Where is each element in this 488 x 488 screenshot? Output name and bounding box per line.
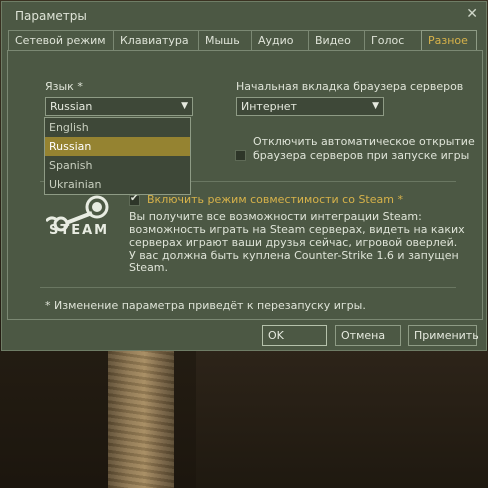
server-browser-label: Начальная вкладка браузера серверов [236,80,464,93]
auto-open-label-line1: Отключить автоматическое открытие [253,135,475,148]
server-browser-tab-select[interactable]: Интернет ▼ [236,97,384,116]
chevron-down-icon: ▼ [372,101,379,111]
tab-network[interactable]: Сетевой режим [8,30,114,50]
language-select[interactable]: Russian ▼ [45,97,193,116]
language-option-spanish[interactable]: Spanish [45,156,190,175]
language-select-value: Russian [50,100,93,113]
tab-audio[interactable]: Аудио [251,30,309,50]
tab-keyboard[interactable]: Клавиатура [113,30,199,50]
steam-desc-line4: У вас должна быть куплена Counter-Strike… [129,249,459,262]
language-option-english[interactable]: English [45,118,190,137]
cancel-button[interactable]: Отмена [335,325,401,346]
language-option-ukrainian[interactable]: Ukrainian [45,175,190,194]
ok-button[interactable]: OK [262,325,327,346]
language-label: Язык * [45,80,83,93]
server-browser-tab-value: Интернет [241,100,297,113]
tab-mouse[interactable]: Мышь [198,30,252,50]
language-option-russian[interactable]: Russian [45,137,190,156]
language-dropdown-list: English Russian Spanish Ukrainian [44,117,191,195]
tab-bar: Сетевой режим Клавиатура Мышь Аудио Виде… [8,30,477,51]
tab-video[interactable]: Видео [308,30,365,50]
game-background-pillar [108,345,174,488]
auto-open-checkbox[interactable] [235,150,246,161]
steam-compat-checkbox[interactable] [129,193,140,206]
separator [40,287,456,288]
apply-button[interactable]: Применить [408,325,479,346]
game-background-wall [196,350,488,488]
steam-desc-line2: возможность играть на Steam серверах, ви… [129,223,465,236]
tab-voice[interactable]: Голос [364,30,422,50]
auto-open-label-line2: браузера серверов при запуске игры [253,149,470,162]
chevron-down-icon: ▼ [181,101,188,111]
steam-desc-line5: Steam. [129,261,169,274]
tab-misc[interactable]: Разное [421,30,477,50]
steam-desc-line3: серверах играют ваши друзья сейчас, игро… [129,236,458,249]
steam-logo-text: STEAM [49,223,110,238]
dialog-title: Параметры [15,9,87,23]
close-icon[interactable]: ✕ [466,6,478,22]
restart-footnote: * Изменение параметра приведёт к перезап… [45,299,366,312]
steam-desc-line1: Вы получите все возможности интеграции S… [129,210,422,223]
